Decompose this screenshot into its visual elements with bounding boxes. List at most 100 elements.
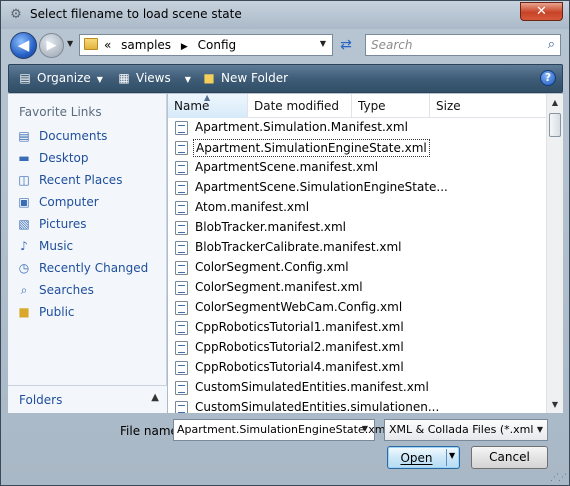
desktop-icon: ▬ [18, 151, 30, 165]
file-row[interactable]: BlobTrackerCalibrate.manifest.xml [172, 238, 540, 258]
new-folder-button[interactable]: ■ New Folder [201, 71, 288, 85]
address-bar[interactable]: « samples ▶ Config ▼ [79, 34, 333, 56]
file-row[interactable]: CppRoboticsTutorial1.manifest.xml [172, 318, 540, 338]
file-name: ApartmentScene.manifest.xml [195, 160, 379, 174]
file-name: ColorSegmentWebCam.Config.xml [195, 300, 403, 314]
sort-ascending-icon: ▲ [204, 93, 211, 102]
file-name-field[interactable]: Apartment.SimulationEngineState.xml ▼ [173, 419, 389, 441]
sidebar-item-recently-changed[interactable]: ◷ Recently Changed [12, 259, 164, 279]
sidebar-item-public[interactable]: ■ Public [12, 303, 164, 323]
file-name: Apartment.Simulation.Manifest.xml [195, 120, 408, 134]
xml-file-icon [175, 341, 188, 355]
navigation-pane: Favorite Links ▤ Documents ▬ Desktop ◫ R… [8, 94, 167, 413]
title-bar[interactable]: ⚙ Select filename to load scene state ✕ [1, 1, 569, 29]
refresh-button[interactable]: ⇄ [334, 34, 358, 56]
sidebar-item-label: Recent Places [39, 173, 123, 187]
xml-file-icon [175, 121, 188, 135]
file-name: BlobTrackerCalibrate.manifest.xml [195, 240, 402, 254]
sidebar-item-label: Public [39, 305, 75, 319]
xml-file-icon [175, 241, 188, 255]
scroll-up-icon[interactable]: ▲ [547, 94, 563, 111]
sidebar-item-label: Documents [39, 129, 108, 143]
new-folder-label: New Folder [221, 71, 289, 85]
file-row[interactable]: ColorSegment.Config.xml [172, 258, 540, 278]
file-list: ▲ Name Date modified Type Size Apartment… [168, 93, 563, 413]
scroll-down-icon[interactable]: ▼ [547, 396, 563, 413]
search-icon[interactable]: ⌕ [548, 37, 555, 52]
organize-button[interactable]: ▤ Organize ▼ [17, 71, 103, 85]
chevron-down-icon: ▼ [184, 75, 191, 84]
sidebar-item-music[interactable]: ♪ Music [12, 237, 164, 257]
column-header-label: Date modified [254, 99, 340, 113]
sidebar-item-label: Searches [39, 283, 94, 297]
file-row[interactable]: CppRoboticsTutorial2.manifest.xml [172, 338, 540, 358]
file-row[interactable]: ColorSegment.manifest.xml [172, 278, 540, 298]
breadcrumb-config[interactable]: Config [198, 38, 237, 52]
file-row[interactable]: Apartment.SimulationEngineState.xml [172, 138, 540, 158]
xml-file-icon [175, 321, 188, 335]
sidebar-item-desktop[interactable]: ▬ Desktop [12, 149, 164, 169]
breadcrumb-overflow[interactable]: « [104, 38, 111, 52]
file-type-select[interactable]: XML & Collada Files (*.xml;*.dae) ▼ [384, 419, 548, 441]
breadcrumb-samples[interactable]: samples [121, 38, 171, 52]
address-dropdown-icon[interactable]: ▼ [320, 39, 326, 48]
file-name-value: Apartment.SimulationEngineState.xml [177, 423, 389, 436]
resize-grip-icon[interactable]: ⋰⋰ [550, 473, 567, 483]
vertical-scrollbar[interactable]: ▲ ▼ [546, 94, 563, 413]
close-button[interactable]: ✕ [520, 2, 563, 21]
xml-file-icon [175, 281, 188, 295]
file-row[interactable]: ApartmentScene.manifest.xml [172, 158, 540, 178]
breadcrumb: « samples ▶ Config [104, 38, 242, 52]
scrollbar-thumb[interactable] [549, 113, 561, 137]
file-row[interactable]: CustomSimulatedEntities.manifest.xml [172, 378, 540, 398]
pictures-icon: ▧ [18, 217, 30, 231]
search-input[interactable] [369, 37, 529, 53]
file-name: CppRoboticsTutorial4.manifest.xml [195, 360, 404, 374]
search-box[interactable]: ⌕ [365, 34, 561, 56]
open-button[interactable]: Open ▼ [387, 446, 460, 469]
file-row[interactable]: BlobTracker.manifest.xml [172, 218, 540, 238]
file-row[interactable]: Apartment.Simulation.Manifest.xml [172, 118, 540, 138]
searches-icon: ⌕ [20, 283, 28, 297]
file-name: ColorSegment.manifest.xml [195, 280, 363, 294]
sidebar-item-pictures[interactable]: ▧ Pictures [12, 215, 164, 235]
file-name: CppRoboticsTutorial2.manifest.xml [195, 340, 404, 354]
chevron-up-icon: ▲ [151, 392, 159, 403]
sidebar-item-documents[interactable]: ▤ Documents [12, 127, 164, 147]
views-button[interactable]: ▦ Views ▼ [116, 71, 191, 85]
chevron-down-icon: ▼ [96, 75, 103, 84]
file-name: ApartmentScene.SimulationEngineState... [195, 180, 448, 194]
file-row[interactable]: CppRoboticsTutorial4.manifest.xml [172, 358, 540, 378]
back-button[interactable]: ◀ [10, 32, 37, 59]
help-button[interactable]: ? [540, 70, 556, 86]
file-row[interactable]: Atom.manifest.xml [172, 198, 540, 218]
sidebar-item-searches[interactable]: ⌕ Searches [12, 281, 164, 301]
column-header-size[interactable]: Size [430, 94, 546, 118]
file-open-dialog: ⚙ Select filename to load scene state ✕ … [0, 0, 570, 486]
folders-toggle[interactable]: Folders ▲ [8, 385, 167, 413]
recently-changed-icon: ◷ [18, 261, 30, 275]
xml-file-icon [175, 261, 188, 275]
file-name-dropdown-icon[interactable]: ▼ [362, 424, 368, 433]
column-header-type[interactable]: Type [352, 94, 430, 118]
forward-button[interactable]: ▶ [39, 33, 64, 58]
file-row[interactable]: ColorSegmentWebCam.Config.xml [172, 298, 540, 318]
column-header-date-modified[interactable]: Date modified [248, 94, 352, 118]
open-options-dropdown-icon[interactable]: ▼ [449, 451, 455, 460]
cancel-button[interactable]: Cancel [471, 446, 548, 469]
breadcrumb-separator-icon[interactable]: ▶ [181, 42, 188, 52]
recent-pages-dropdown-icon[interactable]: ▼ [67, 39, 73, 48]
column-header-name[interactable]: ▲ Name [168, 93, 248, 118]
column-headers: ▲ Name Date modified Type Size [168, 93, 546, 118]
sidebar-item-recent-places[interactable]: ◫ Recent Places [12, 171, 164, 191]
window-title: Select filename to load scene state [30, 7, 242, 21]
file-row[interactable]: CustomSimulatedEntities.simulationen... [172, 398, 540, 413]
sidebar-item-computer[interactable]: ▣ Computer [12, 193, 164, 213]
file-row[interactable]: ApartmentScene.SimulationEngineState... [172, 178, 540, 198]
file-type-dropdown-icon[interactable]: ▼ [533, 420, 547, 440]
sidebar-item-label: Music [39, 239, 74, 253]
xml-file-icon [175, 361, 188, 375]
split-button-divider [446, 449, 447, 466]
file-name: ColorSegment.Config.xml [195, 260, 349, 274]
address-row: ◀ ▶ ▼ « samples ▶ Config ▼ ⇄ ⌕ [1, 29, 569, 63]
